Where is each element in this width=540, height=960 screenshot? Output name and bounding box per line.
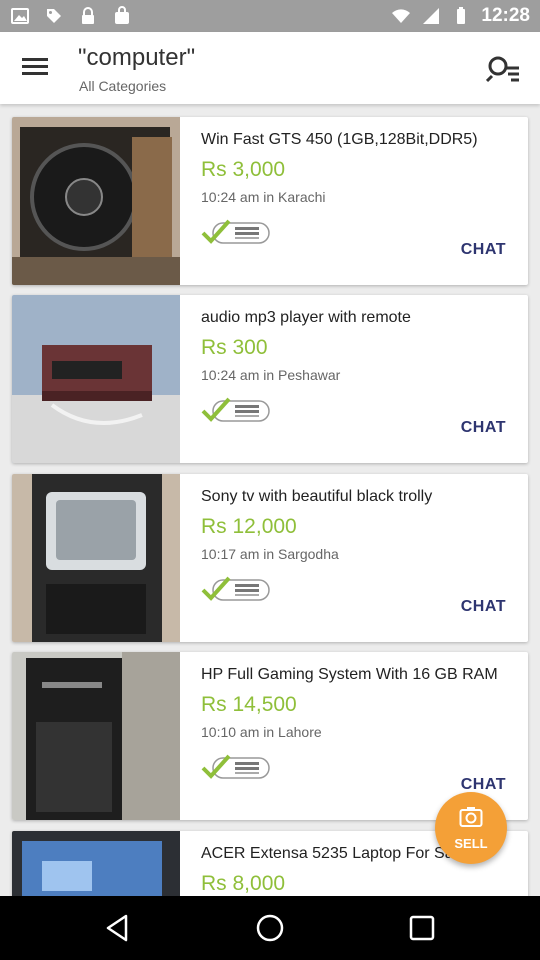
listing-title: audio mp3 player with remote [201,309,411,326]
category-subtitle: All Categories [79,78,167,94]
system-nav-bar [0,896,540,960]
phone-verified-badge [201,219,270,244]
sell-label: SELL [454,836,488,851]
listing-time-location: 10:24 am in Karachi [201,189,326,205]
listing-time-location: 10:17 am in Sargodha [201,546,339,562]
listing-price: Rs 8,000 [201,872,286,895]
back-icon[interactable] [102,912,134,944]
menu-button[interactable] [22,54,50,82]
chat-button[interactable]: CHAT [461,419,506,437]
status-bar: 12:28 [0,0,540,32]
sell-button[interactable]: SELL [435,792,507,864]
listing-card[interactable]: Win Fast GTS 450 (1GB,128Bit,DDR5) Rs 3,… [12,117,528,285]
chat-button[interactable]: CHAT [461,598,506,616]
search-query-title: "computer" [78,44,196,71]
chat-button[interactable]: CHAT [461,241,506,259]
listing-thumbnail [12,117,180,285]
listing-title: Sony tv with beautiful black trolly [201,488,433,505]
listing-price: Rs 300 [201,336,268,359]
listing-list: Win Fast GTS 450 (1GB,128Bit,DDR5) Rs 3,… [0,104,540,896]
image-icon [11,8,29,24]
listing-time-location: 10:24 am in Peshawar [201,367,341,383]
listing-thumbnail [12,652,180,820]
lock-icon [82,7,94,24]
listing-price: Rs 3,000 [201,158,286,181]
listing-thumbnail [12,474,180,642]
wifi-icon [392,9,411,23]
tag-icon [47,9,61,23]
listing-thumbnail [12,295,180,463]
app-bar: "computer" All Categories [0,32,540,104]
listing-time-location: 10:10 am in Lahore [201,724,322,740]
phone-verified-badge [201,754,270,779]
listing-card[interactable]: audio mp3 player with remote Rs 300 10:2… [12,295,528,463]
listing-thumbnail [12,831,180,896]
camera-icon [459,807,483,827]
signal-icon [423,8,440,24]
home-icon[interactable] [254,912,286,944]
status-time: 12:28 [481,5,530,26]
listing-card[interactable]: Sony tv with beautiful black trolly Rs 1… [12,474,528,642]
listing-price: Rs 14,500 [201,693,297,716]
listing-title: HP Full Gaming System With 16 GB RAM [201,666,498,683]
listing-card[interactable]: HP Full Gaming System With 16 GB RAM Rs … [12,652,528,820]
listing-price: Rs 12,000 [201,515,297,538]
bag-icon [115,6,129,24]
recents-icon[interactable] [406,912,438,944]
phone-verified-badge [201,576,270,601]
phone-verified-badge [201,397,270,422]
filter-icon[interactable] [486,54,520,84]
battery-icon [457,7,466,24]
listing-title: Win Fast GTS 450 (1GB,128Bit,DDR5) [201,131,478,148]
